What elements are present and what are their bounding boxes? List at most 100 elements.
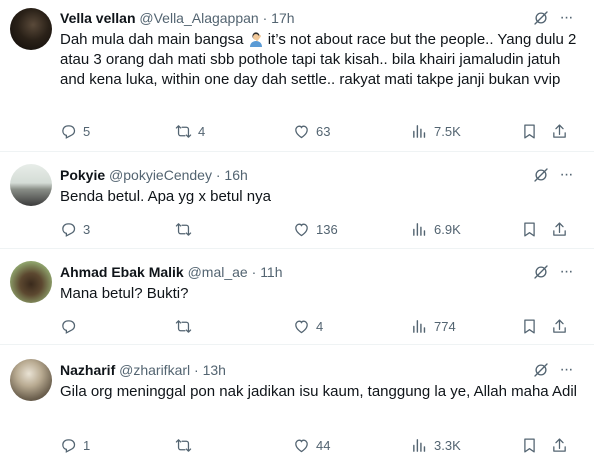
like-button[interactable]: 4 bbox=[293, 316, 323, 336]
reply-button[interactable] bbox=[60, 316, 83, 336]
tweet-text-part: Dah mula dah main bangsa bbox=[60, 31, 248, 48]
author-name[interactable]: Pokyie bbox=[60, 167, 105, 183]
grok-icon[interactable] bbox=[532, 361, 550, 379]
like-count: 4 bbox=[316, 318, 324, 334]
more-icon[interactable]: ··· bbox=[556, 166, 576, 184]
bookmark-button[interactable] bbox=[521, 219, 538, 239]
view-count: 6.9K bbox=[434, 221, 461, 237]
tweet-header: Vella vellan @Vella_Alagappan · 17h bbox=[60, 9, 514, 27]
repost-icon bbox=[175, 437, 192, 454]
author-name[interactable]: Vella vellan bbox=[60, 10, 136, 26]
separator: · bbox=[194, 362, 199, 378]
avatar[interactable] bbox=[10, 164, 52, 206]
tweet[interactable]: Vella vellan @Vella_Alagappan · 17h ··· … bbox=[0, 0, 594, 152]
repost-count: 4 bbox=[198, 123, 206, 139]
bookmark-button[interactable] bbox=[521, 316, 538, 336]
avatar[interactable] bbox=[10, 359, 52, 401]
like-icon bbox=[293, 318, 310, 335]
view-count: 7.5K bbox=[434, 123, 461, 139]
timestamp[interactable]: 13h bbox=[203, 362, 226, 378]
tweet-text: Mana betul? Bukti? bbox=[60, 285, 189, 302]
tweet[interactable]: Ahmad Ebak Malik @mal_ae · 11h ··· Mana … bbox=[0, 249, 594, 345]
more-icon[interactable]: ··· bbox=[556, 9, 576, 27]
like-icon bbox=[293, 437, 310, 454]
reply-button[interactable]: 5 bbox=[60, 121, 90, 141]
bookmark-button[interactable] bbox=[521, 435, 538, 455]
timestamp[interactable]: 11h bbox=[260, 264, 282, 280]
views-icon bbox=[411, 318, 428, 335]
tweet-text: Dah mula dah main bangsa it’s not about … bbox=[60, 30, 580, 90]
author-handle[interactable]: @Vella_Alagappan bbox=[139, 10, 258, 26]
like-icon bbox=[293, 221, 310, 238]
repost-button[interactable] bbox=[175, 316, 198, 336]
views-button[interactable]: 774 bbox=[411, 316, 456, 336]
author-handle[interactable]: @pokyieCendey bbox=[109, 167, 212, 183]
share-button[interactable] bbox=[551, 435, 568, 455]
author-name[interactable]: Nazharif bbox=[60, 362, 115, 378]
separator: · bbox=[215, 167, 221, 183]
reply-icon bbox=[60, 318, 77, 335]
more-icon[interactable]: ··· bbox=[556, 361, 576, 379]
reply-count: 5 bbox=[83, 123, 91, 139]
repost-icon bbox=[175, 123, 192, 140]
tweet-text: Benda betul. Apa yg x betul nya bbox=[60, 188, 271, 205]
tweet[interactable]: Pokyie @pokyieCendey · 16h ··· Benda bet… bbox=[0, 152, 594, 249]
timestamp[interactable]: 17h bbox=[271, 10, 294, 26]
more-icon[interactable]: ··· bbox=[556, 263, 576, 281]
tweet-header: Pokyie @pokyieCendey · 16h bbox=[60, 166, 514, 184]
avatar[interactable] bbox=[10, 261, 52, 303]
views-icon bbox=[411, 437, 428, 454]
repost-icon bbox=[175, 221, 192, 238]
separator: · bbox=[262, 10, 268, 26]
avatar[interactable] bbox=[10, 8, 52, 50]
reply-count: 3 bbox=[83, 221, 91, 237]
views-icon bbox=[411, 123, 428, 140]
bookmark-icon bbox=[521, 437, 538, 454]
author-handle[interactable]: @zharifkarl bbox=[119, 362, 190, 378]
share-button[interactable] bbox=[551, 219, 568, 239]
bookmark-icon bbox=[521, 221, 538, 238]
views-button[interactable]: 6.9K bbox=[411, 219, 461, 239]
reply-button[interactable]: 3 bbox=[60, 219, 90, 239]
repost-button[interactable] bbox=[175, 435, 198, 455]
share-button[interactable] bbox=[551, 316, 568, 336]
timestamp[interactable]: 16h bbox=[224, 167, 247, 183]
action-bar: 4 774 bbox=[60, 316, 580, 336]
views-button[interactable]: 3.3K bbox=[411, 435, 461, 455]
author-name[interactable]: Ahmad Ebak Malik bbox=[60, 264, 184, 280]
repost-button[interactable]: 4 bbox=[175, 121, 205, 141]
share-icon bbox=[551, 437, 568, 454]
reply-icon bbox=[60, 437, 77, 454]
grok-icon[interactable] bbox=[532, 9, 550, 27]
action-bar: 1 44 3.3K bbox=[60, 435, 580, 455]
share-icon bbox=[551, 318, 568, 335]
view-count: 774 bbox=[434, 318, 456, 334]
like-button[interactable]: 63 bbox=[293, 121, 330, 141]
like-button[interactable]: 44 bbox=[293, 435, 330, 455]
bookmark-button[interactable] bbox=[521, 121, 538, 141]
share-icon bbox=[551, 221, 568, 238]
reply-icon bbox=[60, 123, 77, 140]
like-icon bbox=[293, 123, 310, 140]
reply-count: 1 bbox=[83, 437, 91, 453]
bookmark-icon bbox=[521, 123, 538, 140]
bookmark-icon bbox=[521, 318, 538, 335]
action-bar: 5 4 63 7.5K bbox=[60, 121, 580, 141]
share-button[interactable] bbox=[551, 121, 568, 141]
grok-icon[interactable] bbox=[532, 263, 550, 281]
like-button[interactable]: 136 bbox=[293, 219, 338, 239]
action-bar: 3 136 6.9K bbox=[60, 219, 580, 239]
like-count: 44 bbox=[316, 437, 331, 453]
tweet[interactable]: Nazharif @zharifkarl · 13h ··· Gila org … bbox=[0, 345, 594, 460]
grok-icon[interactable] bbox=[532, 166, 550, 184]
author-handle[interactable]: @mal_ae bbox=[188, 264, 248, 280]
tweet-text: Gila org meninggal pon nak jadikan isu k… bbox=[60, 383, 577, 400]
tweet-header: Ahmad Ebak Malik @mal_ae · 11h bbox=[60, 263, 514, 281]
views-button[interactable]: 7.5K bbox=[411, 121, 461, 141]
repost-button[interactable] bbox=[175, 219, 198, 239]
like-count: 136 bbox=[316, 221, 338, 237]
views-icon bbox=[411, 221, 428, 238]
tweet-header: Nazharif @zharifkarl · 13h bbox=[60, 361, 514, 379]
share-icon bbox=[551, 123, 568, 140]
reply-button[interactable]: 1 bbox=[60, 435, 90, 455]
